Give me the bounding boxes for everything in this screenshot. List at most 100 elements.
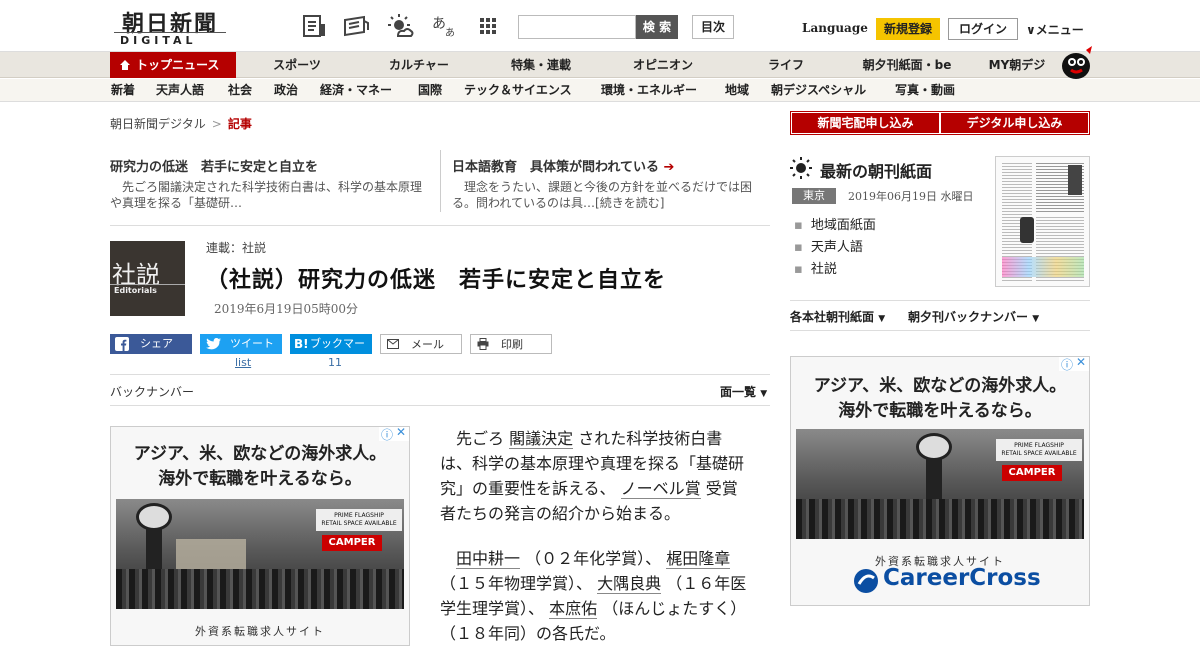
- svg-text:あ: あ: [445, 27, 455, 39]
- search-input[interactable]: [518, 15, 636, 39]
- bullet: ▪: [794, 218, 803, 233]
- facebook-share-button[interactable]: シェア: [110, 334, 192, 354]
- careercross-logo-icon: [854, 569, 878, 593]
- related-title-2[interactable]: 日本語教育 具体策が問われている ➔: [452, 156, 674, 175]
- hatena-bookmark-button[interactable]: B! ブックマーク: [290, 334, 372, 370]
- nav2-environment[interactable]: 環境・エネルギー: [601, 79, 697, 102]
- mail-icon: [387, 339, 399, 349]
- ad-line2: 海外で転職を叶えるなら。: [158, 469, 362, 489]
- ad-line1: アジア、米、欧などの海外求人。: [133, 444, 387, 464]
- nav2-tenseijingo[interactable]: 天声人語: [156, 79, 204, 102]
- keyword-link[interactable]: 大隅良典: [597, 574, 662, 594]
- grid-menu-icon[interactable]: [474, 12, 502, 40]
- digital-subscribe-button[interactable]: デジタル申し込み: [941, 113, 1088, 133]
- nav-culture[interactable]: カルチャー: [386, 52, 452, 78]
- ad-brand-name: CareerCross: [883, 565, 1041, 591]
- ad-close[interactable]: ⓘ ✕: [1059, 357, 1089, 372]
- mail-share-button[interactable]: メール: [380, 334, 462, 354]
- backnumber-dropdown[interactable]: 朝夕刊バックナンバー ▼: [908, 308, 1039, 325]
- nav2-international[interactable]: 国際: [418, 79, 442, 102]
- sun-icon: [790, 157, 812, 179]
- breadcrumb: 朝日新聞デジタル > 記事: [110, 115, 252, 132]
- keyword-link[interactable]: 閣議決定: [509, 429, 574, 449]
- backnumber-label: バックナンバー: [110, 385, 195, 399]
- ad-brand-logo: CareerCross: [791, 565, 1089, 597]
- arrow-right-icon: ➔: [663, 160, 675, 175]
- nav-my-asahi[interactable]: MY朝デジ: [985, 52, 1049, 78]
- paper-link-regional[interactable]: ▪ 地域面紙面: [794, 214, 876, 233]
- article-body: 先ごろ 閣議決定 された科学技術白書は、科学の基本原理や真理を探る「基礎研究」の…: [440, 426, 750, 666]
- login-button[interactable]: ログイン: [948, 18, 1018, 40]
- twitter-share-button[interactable]: ツイート: [200, 334, 282, 354]
- newspaper-front-page-thumbnail[interactable]: [995, 156, 1090, 287]
- close-icon[interactable]: ✕: [1076, 357, 1086, 369]
- nav2-tech-science[interactable]: テック＆サイエンス: [464, 79, 572, 102]
- nav-sports[interactable]: スポーツ: [270, 52, 324, 78]
- mascot-icon[interactable]: [1058, 44, 1094, 80]
- related-body-1-line1: 先ごろ閣議決定された科学技術白書は、科学の基本原理: [110, 180, 423, 194]
- related-body-2-line2[interactable]: る。問われているのは具…[続きを読む]: [452, 195, 664, 211]
- company-papers-dropdown[interactable]: 各本社朝刊紙面 ▼: [790, 308, 885, 325]
- nav-life[interactable]: ライフ: [766, 52, 806, 78]
- paper-link-label: 社説: [810, 262, 837, 277]
- close-icon[interactable]: ✕: [396, 427, 406, 439]
- facelist-label: 面一覧: [720, 385, 757, 399]
- facelist-dropdown[interactable]: 面一覧 ▼: [720, 383, 767, 400]
- paper-link-label: 天声人語: [810, 240, 863, 255]
- site-logo[interactable]: 朝日新聞 DIGITAL: [112, 6, 228, 47]
- divider: [790, 300, 1090, 301]
- ad-banner-right[interactable]: ⓘ ✕ アジア、米、欧などの海外求人。 海外で転職を叶えるなら。 PRIME F…: [790, 356, 1090, 606]
- paper-link-editorial[interactable]: ▪ 社説: [794, 258, 837, 277]
- related-title-1[interactable]: 研究力の低迷 若手に安定と自立を: [110, 156, 318, 175]
- nav-top-news[interactable]: トップニュース: [110, 52, 236, 78]
- nav-opinion[interactable]: オピニオン: [630, 52, 696, 78]
- paper-date: 2019年06月19日 水曜日: [848, 190, 974, 203]
- weather-icon[interactable]: [386, 12, 414, 40]
- ad-line1: アジア、米、欧などの海外求人。: [813, 376, 1067, 396]
- news-list-icon[interactable]: [300, 12, 328, 40]
- latest-paper-title[interactable]: 最新の朝刊紙面: [820, 158, 932, 182]
- nav-top-news-label: トップニュース: [136, 58, 220, 72]
- series-label[interactable]: 連載：社説: [206, 239, 266, 256]
- ad-banner-left[interactable]: ⓘ ✕ アジア、米、欧などの海外求人。 海外で転職を叶えるなら。 PRIME F…: [110, 426, 410, 646]
- editorial-thumbnail: 社説 Editorials: [110, 241, 185, 316]
- nav-print-edition[interactable]: 朝夕刊紙面・be: [860, 52, 954, 78]
- toc-button[interactable]: 目次: [692, 15, 734, 39]
- nav2-politics[interactable]: 政治: [274, 79, 298, 102]
- chevron-down-icon: ∨: [1026, 23, 1036, 37]
- language-link[interactable]: Language: [802, 21, 868, 35]
- register-button[interactable]: 新規登録: [876, 18, 940, 40]
- hatena-bookmark-count[interactable]: 11: [328, 356, 342, 369]
- nav2-society[interactable]: 社会: [228, 79, 252, 102]
- article-paragraph-1: 先ごろ 閣議決定 された科学技術白書は、科学の基本原理や真理を探る「基礎研究」の…: [440, 426, 750, 526]
- keyword-link[interactable]: ノーベル賞: [620, 479, 701, 499]
- breadcrumb-home[interactable]: 朝日新聞デジタル: [110, 117, 206, 131]
- nav2-economy[interactable]: 経済・マネー: [320, 79, 392, 102]
- paper-subscribe-button[interactable]: 新聞宅配申し込み: [792, 113, 939, 133]
- menu-button[interactable]: ∨メニュー: [1026, 21, 1084, 38]
- nav2-special[interactable]: 朝デジスペシャル: [771, 79, 866, 102]
- ad-sign-3: CAMPER: [1002, 465, 1062, 481]
- bullet: ▪: [794, 240, 803, 255]
- menu-label: メニュー: [1035, 23, 1084, 37]
- article-paragraph-2: 田中耕一 （０２年化学賞）、 梶田隆章 （１５年物理学賞）、 大隅良典 （１６年…: [440, 546, 750, 646]
- twitter-list-link[interactable]: list: [235, 356, 251, 369]
- nav2-latest[interactable]: 新着: [111, 79, 135, 102]
- caret-down-icon: ▼: [1032, 314, 1040, 324]
- print-button[interactable]: 印刷: [470, 334, 552, 354]
- keyword-link[interactable]: 田中耕一: [456, 549, 521, 569]
- thumb-en: Editorials: [114, 286, 157, 295]
- backnumber-label: 朝夕刊バックナンバー: [908, 310, 1029, 324]
- newspaper-icon[interactable]: [342, 12, 370, 40]
- twitter-share-label: ツイート: [230, 337, 274, 350]
- search-button[interactable]: 検 索: [636, 15, 678, 39]
- divider: [110, 374, 770, 375]
- nav2-photo-video[interactable]: 写真・動画: [895, 79, 955, 102]
- caret-down-icon: ▼: [760, 389, 768, 399]
- nav-features[interactable]: 特集・連載: [507, 52, 575, 78]
- keyword-link[interactable]: 本庶佑: [549, 599, 598, 619]
- keyword-link[interactable]: 梶田隆章: [666, 549, 731, 569]
- font-size-icon[interactable]: ああ: [430, 12, 458, 40]
- paper-link-tenseijingo[interactable]: ▪ 天声人語: [794, 236, 863, 255]
- nav2-region[interactable]: 地域: [725, 79, 749, 102]
